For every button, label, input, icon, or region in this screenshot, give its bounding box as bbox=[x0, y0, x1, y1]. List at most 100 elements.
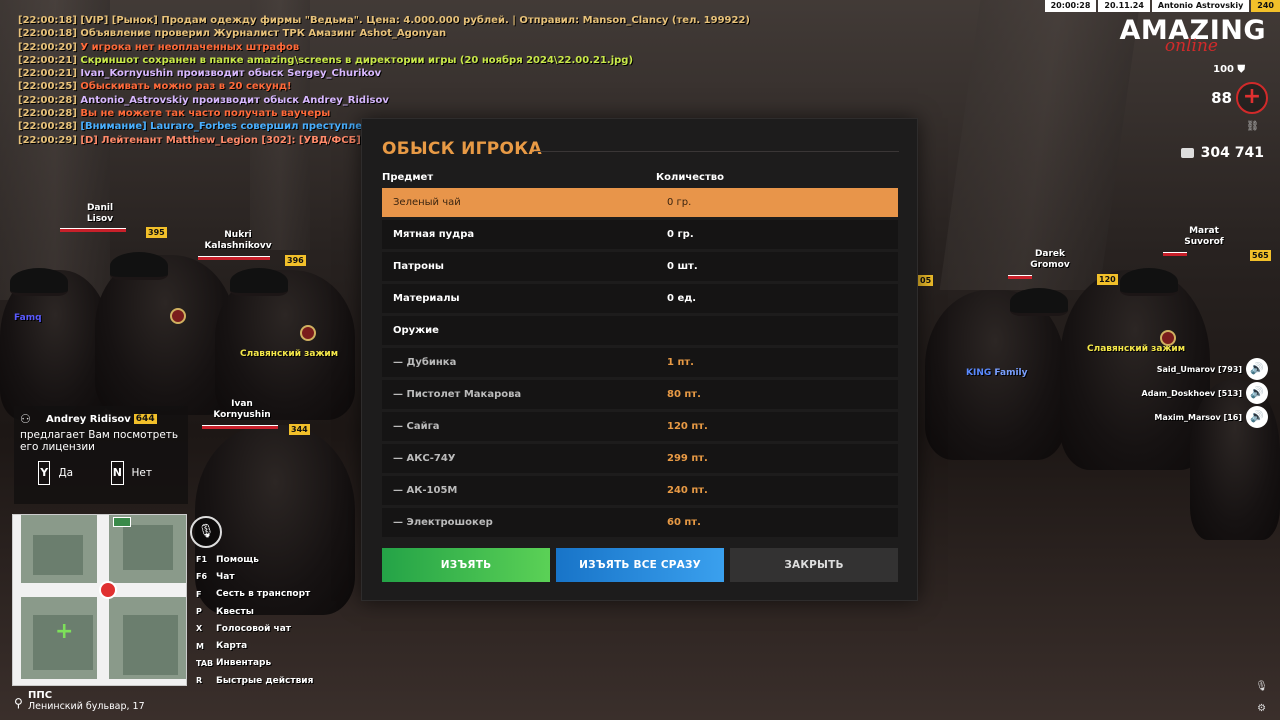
health-value: 88 bbox=[1211, 89, 1232, 107]
player-level-badge: 395 bbox=[146, 227, 167, 238]
microphone-icon[interactable]: 🎙 bbox=[190, 516, 222, 548]
speaker-icon[interactable]: 🔊 bbox=[1246, 406, 1268, 428]
map-road bbox=[13, 679, 186, 685]
voice-speaker[interactable]: Adam_Doskhoev [513] 🔊 bbox=[1142, 382, 1268, 404]
shield-icon: ⛊ bbox=[1237, 64, 1246, 75]
chat-line: [22:00:21] Скриншот сохранен в папке ama… bbox=[18, 54, 738, 67]
accept-label: Да bbox=[58, 467, 74, 479]
item-row[interactable]: — Сайга 120 пт. bbox=[382, 412, 898, 441]
nametag-last-name: Gromov bbox=[1030, 260, 1070, 270]
decline-label: Нет bbox=[131, 467, 152, 479]
hp-fill bbox=[1163, 252, 1187, 256]
item-row[interactable]: — АКС-74У 299 пт. bbox=[382, 444, 898, 473]
gang-tag: KING Family bbox=[966, 368, 1028, 378]
nametag-last-name: Lisov bbox=[86, 214, 114, 224]
item-row[interactable]: Патроны 0 шт. bbox=[382, 252, 898, 281]
nametag-first-name: Marat bbox=[1189, 226, 1219, 236]
chat-line: [22:00:28] Antonio_Astrovskiy производит… bbox=[18, 94, 738, 107]
keybind-label: Помощь bbox=[216, 554, 259, 565]
speaker-icon[interactable]: 🔊 bbox=[1246, 358, 1268, 380]
item-row[interactable]: — Пистолет Макарова 80 пт. bbox=[382, 380, 898, 409]
player-level-badge: 344 bbox=[289, 424, 310, 435]
player-level-badge: 565 bbox=[1250, 250, 1271, 261]
chat-timestamp: [22:00:21] bbox=[18, 68, 77, 80]
location-pin-icon: ⚲ bbox=[14, 696, 23, 710]
keybind-row: F1 Помощь bbox=[196, 551, 313, 568]
decline-key-button[interactable]: N bbox=[111, 461, 124, 485]
item-list: Зеленый чай 0 гр. Мятная пудра 0 гр. Патроны… bbox=[382, 188, 898, 540]
hp-fill bbox=[198, 256, 270, 260]
officer-cap bbox=[1010, 288, 1068, 316]
item-name: — Сайга bbox=[393, 421, 440, 432]
chat-text: [VIP] [Рынок] Продам одежду фирмы "Ведьм… bbox=[80, 15, 751, 26]
item-row[interactable]: Зеленый чай 0 гр. bbox=[382, 188, 898, 217]
nametag-last-name: Kalashnikovv bbox=[204, 241, 272, 251]
keybind-row: TAB Инвентарь bbox=[196, 655, 313, 672]
keybind-key: M bbox=[196, 641, 204, 651]
chat-line: [22:00:25] Обыскивать можно раз в 20 сек… bbox=[18, 80, 738, 93]
license-offer-panel: ⚇ Andrey Ridisov 644 предлагает Вам посм… bbox=[14, 406, 188, 504]
chat-text: Вы не можете так часто получать ваучеры bbox=[80, 108, 331, 120]
voice-speaker-name: Said_Umarov [793] bbox=[1156, 364, 1242, 374]
offer-player-level: 644 bbox=[133, 414, 157, 424]
player-nametag: Ivan Kornyushin bbox=[206, 399, 278, 421]
item-row[interactable]: Материалы 0 ед. bbox=[382, 284, 898, 313]
voice-speaker[interactable]: Said_Umarov [793] 🔊 bbox=[1157, 358, 1268, 380]
gang-tag: Славянский зажим bbox=[240, 349, 339, 359]
keybind-label: Квесты bbox=[216, 606, 254, 617]
item-name: — АКС-74У bbox=[393, 453, 456, 464]
item-name: Патроны bbox=[393, 261, 444, 272]
health-cross-icon: + bbox=[1236, 82, 1268, 114]
player-hp-bar bbox=[1163, 252, 1243, 259]
keybind-key: F1 bbox=[196, 555, 208, 565]
keybind-label: Голосовой чат bbox=[216, 623, 291, 634]
player-nametag: Marat Suvorof bbox=[1174, 226, 1234, 248]
wallet-icon bbox=[1181, 148, 1194, 158]
chat-text: Обыскивать можно раз в 20 секунд! bbox=[80, 81, 292, 93]
chat-timestamp: [22:00:28] bbox=[18, 108, 77, 120]
players-icon: ⚇ bbox=[20, 412, 31, 426]
seize-all-button[interactable]: ИЗЪЯТЬ ВСЕ СРАЗУ bbox=[556, 548, 724, 582]
link-icon: ⛓ bbox=[1246, 121, 1259, 132]
item-row[interactable]: — Электрошокер 60 пт. bbox=[382, 508, 898, 537]
minimap[interactable]: + bbox=[12, 514, 187, 686]
player-hp-bar bbox=[198, 256, 278, 263]
accept-key-button[interactable]: Y bbox=[38, 461, 51, 485]
keybind-key: P bbox=[196, 607, 202, 617]
date: 20.11.24 bbox=[1098, 0, 1150, 12]
item-quantity: 0 шт. bbox=[667, 261, 698, 272]
item-row[interactable]: — АК-105М 240 пт. bbox=[382, 476, 898, 505]
item-quantity: 0 гр. bbox=[667, 229, 694, 240]
armor-value: 100 ⛊ bbox=[1213, 64, 1245, 75]
item-name: Зеленый чай bbox=[393, 197, 461, 208]
map-block bbox=[123, 525, 173, 570]
keybind-row: M Карта bbox=[196, 637, 313, 654]
money-value: 304 741 bbox=[1200, 145, 1264, 161]
chat-text: [Внимание] Lauraro_Forbes совершил прест… bbox=[80, 121, 393, 133]
settings-icon[interactable]: ⚙ bbox=[1255, 698, 1268, 720]
chat-timestamp: [22:00:28] bbox=[18, 121, 77, 133]
gang-tag: Famq bbox=[14, 313, 42, 323]
gang-tag-part: KING bbox=[966, 368, 992, 378]
close-button[interactable]: ЗАКРЫТЬ bbox=[730, 548, 898, 582]
chat-text: Скриншот сохранен в папке amazing\screen… bbox=[80, 54, 634, 66]
item-row[interactable]: — Дубинка 1 пт. bbox=[382, 348, 898, 377]
hospital-icon: + bbox=[55, 619, 74, 644]
item-quantity: 120 пт. bbox=[667, 421, 708, 432]
player-nametag: Nukri Kalashnikovv bbox=[195, 230, 281, 252]
chat-text: У игрока нет неоплаченных штрафов bbox=[80, 41, 300, 53]
item-name: — Дубинка bbox=[393, 357, 457, 368]
player-nametag: Darek Gromov bbox=[1020, 249, 1080, 271]
seize-button[interactable]: ИЗЪЯТЬ bbox=[382, 548, 550, 582]
chat-line: [22:00:18] [VIP] [Рынок] Продам одежду ф… bbox=[18, 14, 750, 27]
microphone-small-icon[interactable]: 🎙 bbox=[1255, 676, 1268, 698]
item-row[interactable]: Оружие bbox=[382, 316, 898, 345]
voice-speaker[interactable]: Maxim_Marsov [16] 🔊 bbox=[1154, 406, 1268, 428]
voice-speaker-name: Maxim_Marsov [16] bbox=[1154, 412, 1242, 422]
item-row[interactable]: Мятная пудра 0 гр. bbox=[382, 220, 898, 249]
officer-patch-icon bbox=[170, 308, 186, 324]
nametag-last-name: Kornyushin bbox=[213, 410, 271, 420]
speaker-icon[interactable]: 🔊 bbox=[1246, 382, 1268, 404]
keybind-key: X bbox=[196, 624, 203, 634]
map-block bbox=[33, 535, 83, 575]
